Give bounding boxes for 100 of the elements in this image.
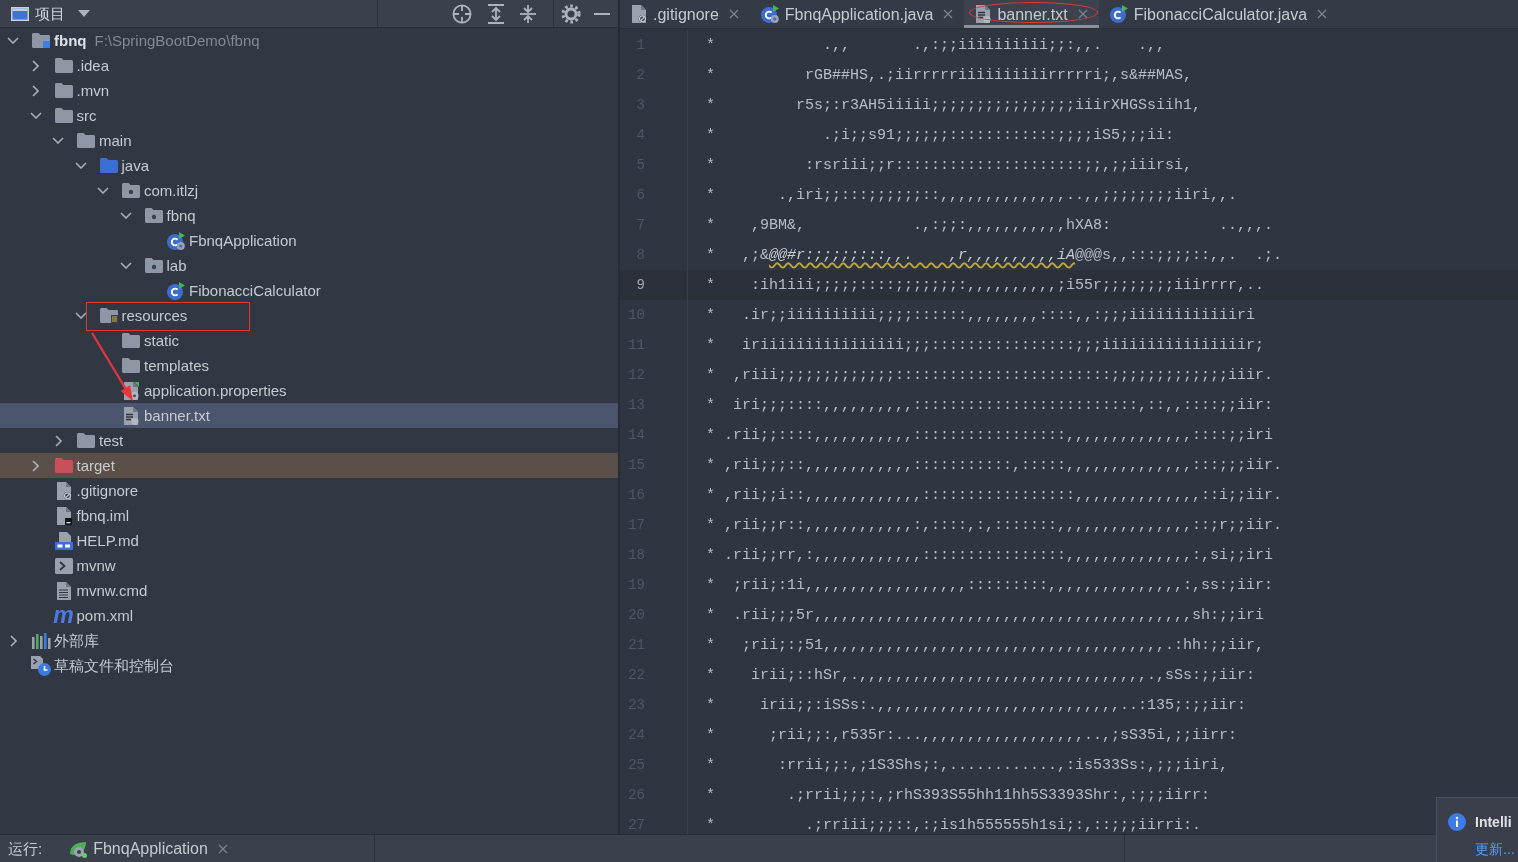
code-line: * :rrii;;:,;1S3Shs;:,............,:is533Ss:,;;;iiri,: [706, 756, 1229, 774]
tree-item[interactable]: static: [0, 328, 618, 353]
terminal-icon: [54, 557, 73, 574]
tree-item[interactable]: .gitignore: [0, 478, 618, 503]
tree-item[interactable]: target: [0, 453, 618, 478]
c-circle-gear-icon: [760, 5, 779, 23]
tree-item[interactable]: .mvn: [0, 78, 618, 103]
tree-item[interactable]: lab: [0, 253, 618, 278]
tree-item[interactable]: fbnq.iml: [0, 503, 618, 528]
letter-m-icon: m: [53, 607, 74, 624]
tree-item[interactable]: fbnq: [0, 203, 618, 228]
tree-item[interactable]: main: [0, 128, 618, 153]
caret-icon: [78, 10, 90, 17]
tree-item[interactable]: FibonacciCalculator: [0, 278, 618, 303]
chevron-right-icon[interactable]: [54, 434, 62, 447]
view-dropdown[interactable]: 项目: [35, 4, 90, 23]
folder-icon: [122, 333, 140, 348]
info-icon: [1448, 813, 1466, 831]
chevron-down-icon[interactable]: [97, 187, 109, 194]
folder-icon: [54, 58, 73, 73]
code-line: * irii;;:iSSs:.,,,,,,,,,,,,,,,,,,,,,,,,,,,..:135;:;;iir:: [706, 696, 1247, 714]
folder-icon: [54, 83, 73, 98]
code-line: * .ir;;iiiiiiiiii;;;;::::::,,,,,,,,::::,,:;;;iiiiiiiiiiiiri: [706, 306, 1256, 324]
chevron-down-icon[interactable]: [74, 312, 87, 319]
tree-item[interactable]: fbnq F:\SpringBootDemo\fbnq: [0, 28, 618, 53]
editor-tab[interactable]: .gitignore: [620, 0, 750, 28]
folder-icon: [99, 158, 118, 173]
code-line: * rGB##HS,.;iirrrrriiiiiiiiiirrrrri;,s&##MAS,: [706, 66, 1193, 84]
code-line: * .,, .,:;;iiiiiiiiii;;:,,. .,,: [706, 36, 1166, 54]
c-circle-gear-icon: [167, 231, 185, 250]
tree-item[interactable]: mvnw: [0, 553, 618, 578]
code-line: * :ih1iii;;;;;::::;;;;;;;:,,,,,,,,,,;i55r;;;;;;;;iiirrrr,..: [706, 276, 1265, 294]
folder-icon: [122, 358, 140, 373]
tree-item[interactable]: test: [0, 428, 618, 453]
tree-item[interactable]: resources: [0, 303, 618, 328]
crosshair-icon[interactable]: [452, 3, 472, 24]
blocked-file-icon: [631, 5, 647, 23]
minimize-icon[interactable]: [594, 12, 610, 15]
tree-item[interactable]: 外部库: [0, 628, 618, 653]
code-line: * ,riii;;;;;;;;;;;;;::::::::::::::::::::::::;;;;;;;;;;;;;iiir.: [706, 366, 1274, 384]
file-badge-icon: [54, 531, 73, 550]
tree-item[interactable]: m pom.xml: [0, 603, 618, 628]
collapse-all-icon[interactable]: [518, 3, 538, 24]
c-circle-icon: [1109, 5, 1128, 23]
tree-item[interactable]: 草稿文件和控制台: [0, 653, 618, 678]
close-icon[interactable]: [217, 843, 228, 854]
folder-lines-icon: [99, 308, 118, 323]
close-icon[interactable]: [943, 9, 954, 19]
tree-item[interactable]: banner.txt: [0, 403, 618, 428]
code-line: * r5s;:r3AH5iiiii;;;;;;;;;;;;;;;;iiirXHGSsiih1,: [706, 96, 1202, 114]
chevron-right-icon[interactable]: [32, 459, 39, 472]
code-line: * .rii;;;5r,,,,,,,,,,,,,,,,,,,,,,,,,,,,,,,,,,,,,,,,,,sh:;;iri: [706, 606, 1265, 624]
code-line: * .;rrii;;;:,;rhS393S55hh11hh5S3393Shr:,:;;;iirr:: [706, 786, 1211, 804]
chevron-right-icon[interactable]: [32, 59, 39, 72]
tree-item[interactable]: java: [0, 153, 618, 178]
notification-title: Intelli: [1475, 813, 1512, 831]
code-line: * ,rii;;i::,,,,,,,,,,,,,:::::::::::::::::,,,,,,,,,,,,,,::i;;iir.: [706, 486, 1283, 504]
expand-all-icon[interactable]: [486, 3, 506, 24]
tree-item[interactable]: templates: [0, 353, 618, 378]
chevron-right-icon[interactable]: [32, 84, 39, 97]
folder-icon: [54, 458, 73, 473]
text-file-icon: [975, 5, 992, 23]
tree-item[interactable]: com.itlzj: [0, 178, 618, 203]
tree-item[interactable]: FbnqApplication: [0, 228, 618, 253]
tree-item[interactable]: src: [0, 103, 618, 128]
code-line: * ;rii;:;51,,,,,,,,,,,,,,,,,,,,,,,,,,,,,,,,,,,,,,.:hh:;;iir,: [706, 636, 1265, 654]
folder-icon: [77, 433, 95, 448]
chevron-down-icon[interactable]: [52, 137, 64, 144]
bars-icon: [31, 632, 51, 649]
chevron-down-icon[interactable]: [119, 262, 132, 269]
chevron-down-icon[interactable]: [119, 212, 132, 219]
close-icon[interactable]: [1317, 9, 1328, 19]
editor-tab[interactable]: FibonacciCalculator.java: [1098, 0, 1339, 28]
file-icon: [55, 506, 72, 525]
text-file-icon: [123, 406, 139, 425]
tree-item[interactable]: HELP.md: [0, 528, 618, 553]
code-line: * ;rii;:1i,,,,,,,,,,,,,,,,,,:::::::::,,,,,,,,,,,,,,,:,ss:;iir:: [706, 576, 1274, 594]
tree-item[interactable]: .idea: [0, 53, 618, 78]
run-label: 运行:: [8, 839, 43, 858]
update-link[interactable]: 更新...: [1475, 841, 1518, 858]
code-line: * .;i;;s91;;;;;;::::::::::::;;;;iS5;;;ii:: [706, 126, 1175, 144]
settings-icon[interactable]: [561, 3, 581, 24]
chevron-down-icon[interactable]: [29, 112, 42, 119]
line-number: 9: [636, 277, 645, 293]
code-line: * .rii;;rr,:,,,,,,,,,,,,::::::::::::::::,,,,,,,,,,,,,,:,si;;iri: [706, 546, 1274, 564]
close-icon[interactable]: [728, 9, 739, 19]
c-circle-icon: [167, 281, 185, 300]
code-line: * ,rii;;r::,,,,,,,,,,,,:,::::,:,:::::::,,,,,,,,,,,,,,,::;r;;iir.: [706, 516, 1283, 534]
tree-item[interactable]: mvnw.cmd: [0, 578, 618, 603]
chevron-down-icon[interactable]: [74, 162, 87, 169]
close-icon[interactable]: [1077, 9, 1088, 19]
document-icon: [55, 581, 72, 600]
chevron-down-icon[interactable]: [7, 37, 19, 44]
code-line: * ,rii;;;::,,,,,,,,,,,,:::::::::::,:::::,,,,,,,,,,,,,,:::;;;iir.: [706, 456, 1283, 474]
editor-tab[interactable]: banner.txt: [964, 0, 1099, 28]
run-tab[interactable]: FbnqApplication: [68, 839, 228, 858]
editor-tab[interactable]: FbnqApplication.java: [749, 0, 965, 28]
folder-icon: [54, 108, 73, 123]
blocked-file-icon: [55, 481, 72, 500]
chevron-right-icon[interactable]: [9, 634, 17, 647]
